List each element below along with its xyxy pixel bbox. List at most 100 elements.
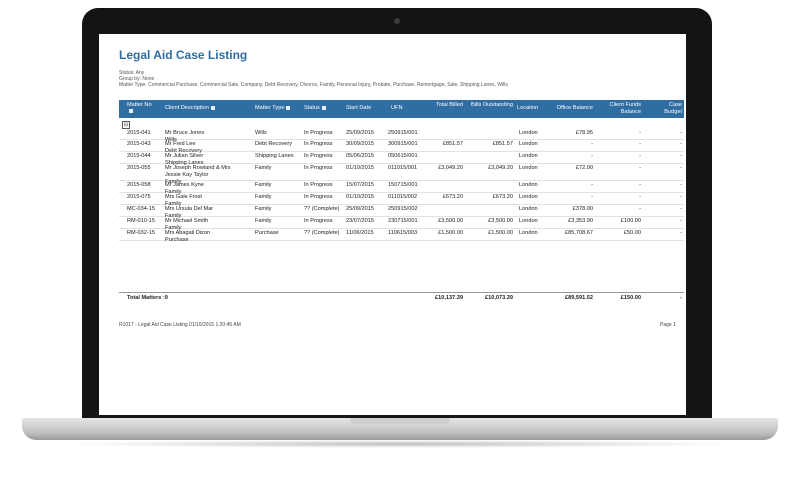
col-bills-outstanding[interactable]: Bills Outstanding: [471, 102, 513, 109]
cell-total-billed: £1,500.00: [438, 230, 463, 236]
cell-client-funds-balance: -: [639, 182, 641, 188]
client-line: Jessie Kay Taylor: [165, 172, 209, 178]
cell-location: London: [519, 130, 538, 136]
cell-start-date: 11/06/2015: [346, 230, 374, 236]
cell-matter-type: Family: [255, 194, 272, 200]
cell-matter-no: MC-034-15: [127, 206, 155, 212]
totals-billed: £10,137.39: [435, 295, 463, 301]
cell-bills-outstanding: £3,500.00: [488, 218, 513, 224]
cell-bills-outstanding: £3,049.20: [488, 165, 513, 171]
cell-office-balance: £3,353.90: [568, 218, 593, 224]
cell-matter-no: 2015-044: [127, 153, 151, 159]
cell-location: London: [519, 182, 538, 188]
client-line: Mr Joseph Rowland & Mrs: [165, 165, 231, 171]
cell-client-funds-balance: -: [639, 141, 641, 147]
col-case-budget[interactable]: Case Budget: [653, 102, 682, 115]
cell-client-description: Mrs Abagail Dizon Purchase: [165, 230, 210, 244]
cell-location: London: [519, 206, 538, 212]
cell-matter-type: Shipping Lanes: [255, 153, 294, 159]
sort-icon[interactable]: [321, 105, 326, 110]
col-total-billed[interactable]: Total Billed: [433, 102, 463, 109]
page-number: Page 1: [660, 322, 676, 328]
cell-start-date: 25/09/2015: [346, 206, 374, 212]
cell-bills-outstanding: £673.20: [492, 194, 513, 200]
cell-matter-type: Debt Recovery: [255, 141, 292, 147]
cell-case-budget: -: [680, 182, 682, 188]
client-line: Mr Julian Silver: [165, 153, 204, 159]
cell-matter-type: Family: [255, 218, 272, 224]
cell-total-billed: £3,049.20: [438, 165, 463, 171]
cell-matter-no: 2015-075: [127, 194, 151, 200]
cell-matter-type: Family: [255, 165, 272, 171]
sort-icon[interactable]: [210, 105, 215, 110]
cell-status: In Progress: [304, 218, 333, 224]
sort-icon[interactable]: [286, 105, 291, 110]
cell-case-budget: -: [680, 230, 682, 236]
cell-total-billed: £851.57: [442, 141, 463, 147]
cell-status: In Progress: [304, 194, 333, 200]
cell-status: In Progress: [304, 141, 333, 147]
report-title: Legal Aid Case Listing: [119, 48, 248, 62]
client-line: Mrs Gale Frost: [165, 194, 202, 200]
cell-location: London: [519, 165, 538, 171]
sort-icon[interactable]: [129, 109, 133, 114]
cell-client-funds-balance: £50.00: [623, 230, 641, 236]
report-footer: R1017 - Legal Aid Case Listing 01/10/201…: [119, 322, 241, 328]
cell-bills-outstanding: £851.57: [492, 141, 513, 147]
col-location[interactable]: Location: [517, 105, 547, 112]
client-line: Mrs Abagail Dizon: [165, 230, 211, 236]
col-office-balance[interactable]: Office Balance: [549, 105, 593, 112]
col-client-description[interactable]: Client Description: [165, 105, 235, 112]
col-matter-no[interactable]: Matter No: [127, 102, 157, 115]
cell-total-billed: £3,500.00: [438, 218, 463, 224]
cell-location: London: [519, 141, 538, 147]
cell-office-balance: -: [591, 182, 593, 188]
report-filters: Status: Any Group by: None Matter Type: …: [119, 70, 508, 88]
camera-icon: [394, 18, 400, 24]
cell-start-date: 15/07/2015: [346, 182, 374, 188]
totals-label: Total Matters :9: [127, 295, 168, 301]
cell-ufn: 230715/001: [388, 218, 418, 224]
cell-matter-no: 2015-055: [127, 165, 151, 171]
totals-office-balance: £89,591.52: [565, 295, 593, 301]
col-start-date[interactable]: Start Date: [346, 105, 384, 112]
cell-matter-no: 2015-058: [127, 182, 151, 188]
col-matter-type[interactable]: Matter Type: [255, 105, 301, 112]
totals-row: Total Matters :9 £10,137.39 £10,073.39 £…: [119, 292, 684, 305]
cell-location: London: [519, 194, 538, 200]
cell-case-budget: -: [680, 130, 682, 136]
cell-total-billed: £673.20: [442, 194, 463, 200]
cell-case-budget: -: [680, 194, 682, 200]
client-line: Mr Fred Lee: [165, 141, 196, 147]
totals-outstanding: £10,073.39: [485, 295, 513, 301]
col-ufn[interactable]: UFN: [391, 105, 417, 112]
cell-ufn: 011015/002: [388, 194, 418, 200]
table-row[interactable]: 2015-055 Mr Joseph Rowland & Mrs Jessie Ka…: [119, 163, 684, 185]
client-line: Mr Michael Smith: [165, 218, 209, 224]
cell-start-date: 01/10/2015: [346, 165, 374, 171]
report-screen: Legal Aid Case Listing Status: Any Group…: [99, 34, 686, 415]
cell-matter-no: 2015-041: [127, 130, 151, 136]
cell-start-date: 23/07/2015: [346, 218, 374, 224]
cell-ufn: 300915/001: [388, 141, 418, 147]
cell-case-budget: -: [680, 165, 682, 171]
cell-location: London: [519, 218, 538, 224]
cell-client-funds-balance: -: [639, 153, 641, 159]
cell-matter-no: 2015-043: [127, 141, 151, 147]
cell-client-funds-balance: -: [639, 206, 641, 212]
cell-location: London: [519, 230, 538, 236]
cell-case-budget: -: [680, 206, 682, 212]
cell-office-balance: £72.00: [575, 165, 593, 171]
cell-status: In Progress: [304, 130, 333, 136]
col-status[interactable]: Status: [304, 105, 340, 112]
cell-status: ?? (Complete): [304, 230, 340, 236]
laptop-notch: [350, 418, 450, 424]
col-client-funds-balance[interactable]: Client Funds Balance: [597, 102, 641, 115]
cell-matter-type: Family: [255, 182, 272, 188]
cell-matter-type: Purchase: [255, 230, 279, 236]
table-row[interactable]: RM-032-15 Mrs Abagail Dizon Purchase Purcha…: [119, 228, 684, 244]
cell-office-balance: -: [591, 194, 593, 200]
cell-bills-outstanding: £1,500.00: [488, 230, 513, 236]
client-line: Purchase: [165, 237, 189, 243]
cell-ufn: 250915/001: [388, 130, 418, 136]
